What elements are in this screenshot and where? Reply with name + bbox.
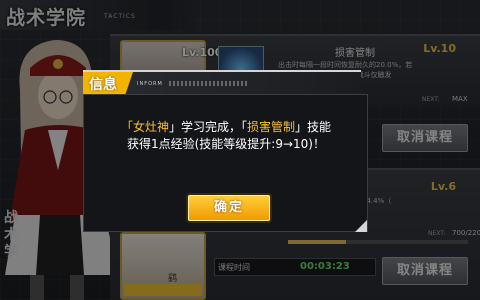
dialog-title: 信息 [89, 77, 117, 93]
corner-decoration [355, 220, 367, 232]
quote-open: 「 [120, 120, 133, 134]
message-post: 」技能 [295, 120, 332, 134]
message-mid: 」学习完成，「 [168, 120, 247, 134]
message-line-1: 「女灶神」学习完成，「损害管制」技能 [90, 119, 362, 136]
message-line-2: 获得1点经验(技能等级提升:9→10)！ [126, 137, 325, 151]
ship-name-highlight: 女灶神 [132, 120, 169, 134]
confirm-button[interactable]: 确定 [188, 195, 270, 221]
skill-name-highlight: 损害管制 [247, 120, 296, 134]
info-dialog: 信息 INFORM 「女灶神」学习完成，「损害管制」技能 获得1点经验(技能等级… [83, 70, 368, 232]
dialog-subtitle: INFORM [137, 81, 163, 87]
dialog-message: 「女灶神」学习完成，「损害管制」技能 获得1点经验(技能等级提升:9→10)！ [90, 119, 362, 153]
header-decoration [169, 81, 249, 86]
dialog-header: 信息 INFORM [83, 70, 361, 94]
dialog-body: 「女灶神」学习完成，「损害管制」技能 获得1点经验(技能等级提升:9→10)！ … [83, 94, 368, 232]
